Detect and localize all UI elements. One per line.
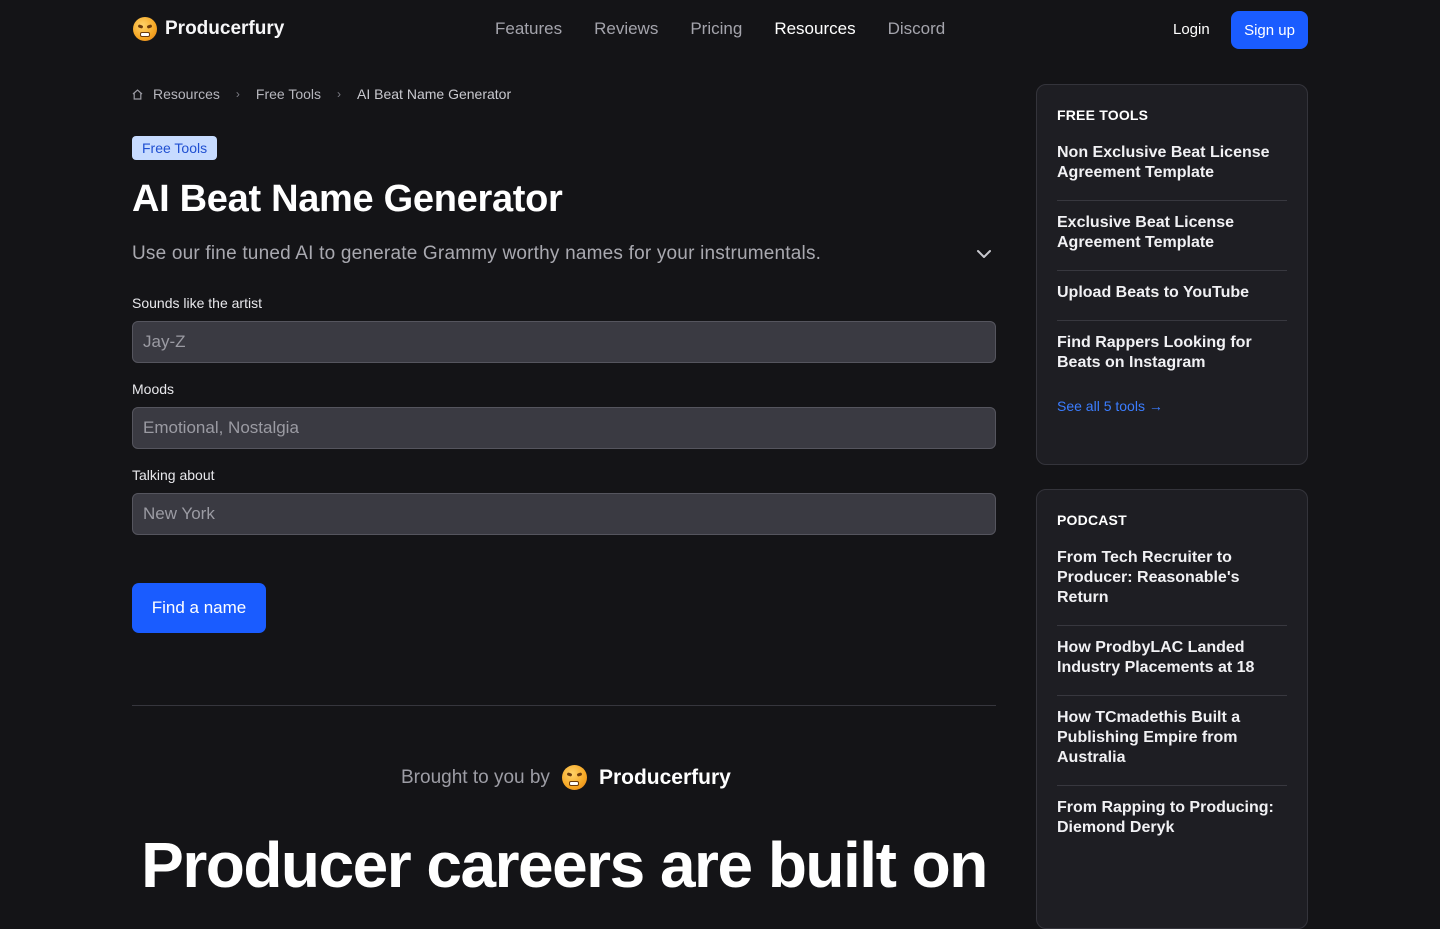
- nav-link-pricing[interactable]: Pricing: [690, 19, 742, 39]
- moods-label: Moods: [132, 381, 175, 397]
- brought-by-brand[interactable]: Producerfury: [599, 766, 731, 790]
- chevron-down-icon[interactable]: [974, 244, 994, 264]
- nav-link-features[interactable]: Features: [495, 19, 562, 39]
- podcast-card: PODCAST From Tech Recruiter to Producer:…: [1036, 489, 1308, 929]
- free-tools-card: FREE TOOLS Non Exclusive Beat License Ag…: [1036, 84, 1308, 465]
- topic-input[interactable]: [132, 493, 996, 535]
- nav-link-reviews[interactable]: Reviews: [594, 19, 658, 39]
- free-tools-heading: FREE TOOLS: [1057, 107, 1149, 123]
- angry-face-icon: [133, 17, 157, 41]
- top-nav: Producerfury Features Reviews Pricing Re…: [0, 0, 1440, 60]
- find-name-button[interactable]: Find a name: [132, 583, 266, 633]
- brought-by-text: Brought to you by: [401, 766, 550, 788]
- breadcrumb-current: AI Beat Name Generator: [357, 86, 512, 102]
- signup-button[interactable]: Sign up: [1231, 11, 1308, 49]
- tool-link[interactable]: Exclusive Beat License Agreement Templat…: [1057, 201, 1287, 271]
- brought-by: Brought to you by Producerfury: [401, 765, 731, 790]
- chevron-right-icon: ›: [235, 87, 240, 101]
- see-all-tools-link[interactable]: See all 5 tools →: [1057, 398, 1287, 414]
- angry-face-icon: [561, 765, 587, 790]
- brand-name: Producerfury: [165, 18, 285, 39]
- breadcrumb: Resources › Free Tools › AI Beat Name Ge…: [132, 86, 511, 102]
- tool-link[interactable]: Non Exclusive Beat License Agreement Tem…: [1057, 143, 1287, 201]
- nav-link-resources[interactable]: Resources: [774, 19, 855, 39]
- login-link[interactable]: Login: [1173, 21, 1210, 38]
- chevron-right-icon: ›: [337, 87, 342, 101]
- podcast-heading: PODCAST: [1057, 512, 1127, 528]
- moods-input[interactable]: [132, 407, 996, 449]
- podcast-episode-link[interactable]: From Tech Recruiter to Producer: Reasona…: [1057, 548, 1287, 626]
- tool-link[interactable]: Upload Beats to YouTube: [1057, 271, 1287, 321]
- tool-link[interactable]: Find Rappers Looking for Beats on Instag…: [1057, 321, 1287, 390]
- page-subtitle: Use our fine tuned AI to generate Grammy…: [132, 243, 822, 264]
- podcast-episode-link[interactable]: How ProdbyLAC Landed Industry Placements…: [1057, 626, 1287, 696]
- topic-label: Talking about: [132, 467, 215, 483]
- podcast-episode-link[interactable]: How TCmadethis Built a Publishing Empire…: [1057, 696, 1287, 786]
- breadcrumb-resources[interactable]: Resources: [153, 86, 220, 102]
- artist-input[interactable]: [132, 321, 996, 363]
- category-badge[interactable]: Free Tools: [132, 136, 218, 160]
- podcast-episode-link[interactable]: From Rapping to Producing: Diemond Deryk: [1057, 786, 1287, 855]
- hero-heading: Producer careers are built on: [141, 829, 988, 901]
- nav-link-discord[interactable]: Discord: [888, 19, 946, 39]
- artist-label: Sounds like the artist: [132, 295, 262, 311]
- nav-links: Features Reviews Pricing Resources Disco…: [495, 19, 945, 39]
- breadcrumb-free-tools[interactable]: Free Tools: [256, 86, 321, 102]
- section-divider: [132, 705, 996, 706]
- home-icon[interactable]: [132, 88, 143, 100]
- page-title: AI Beat Name Generator: [132, 178, 563, 220]
- brand-logo[interactable]: Producerfury: [133, 17, 284, 41]
